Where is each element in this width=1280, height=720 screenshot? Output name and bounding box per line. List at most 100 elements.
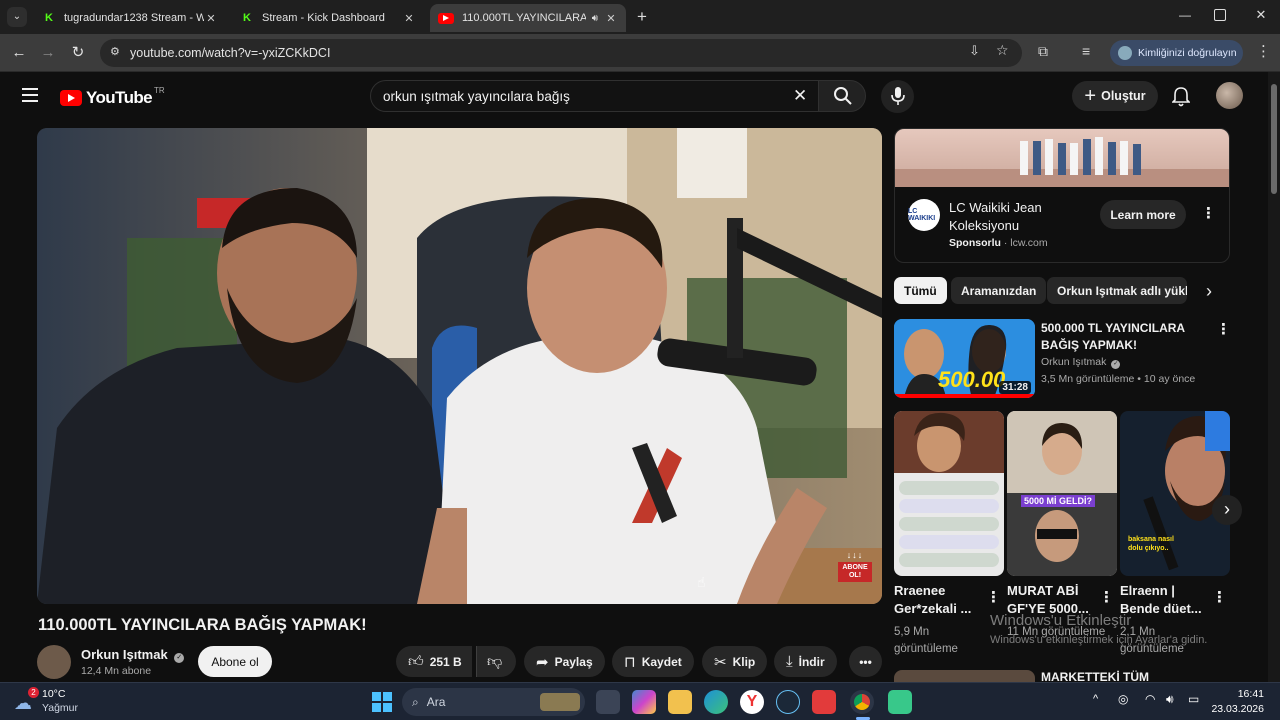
channel-name[interactable]: Orkun Işıtmak ✓ xyxy=(81,647,185,663)
subscribe-button[interactable]: Abone ol xyxy=(198,646,272,677)
ad-banner-image[interactable] xyxy=(895,129,1229,187)
wifi-icon[interactable]: ◠ xyxy=(1145,692,1155,706)
chip-all[interactable]: Tümü xyxy=(894,277,947,304)
share-label: Paylaş xyxy=(554,654,593,669)
next-video-thumbnail[interactable] xyxy=(894,670,1035,682)
youtube-logo[interactable]: YouTube TR xyxy=(60,86,165,108)
video-menu-icon[interactable]: ⋮ xyxy=(1216,320,1231,338)
close-tab-icon[interactable]: ✕ xyxy=(604,12,618,25)
create-button[interactable]: + Oluştur xyxy=(1072,81,1158,111)
ad-card[interactable]: LC WAIKIKI LC Waikiki Jean Koleksiyonu S… xyxy=(894,128,1230,263)
bookmark-star-icon[interactable]: ☆ xyxy=(996,42,1009,59)
audio-playing-icon[interactable]: 🔊︎ xyxy=(592,13,598,24)
chip-from-uploader[interactable]: Orkun Işıtmak adlı yükleyen xyxy=(1047,277,1187,304)
youtube-icon xyxy=(438,12,454,24)
more-horizontal-icon: ••• xyxy=(859,654,872,669)
minimize-button[interactable]: — xyxy=(1176,8,1194,26)
ad-menu-icon[interactable]: ⋮ xyxy=(1201,204,1216,222)
recommended-video[interactable]: 500.00 31:28 500.000 TL YAYINCILARA BAĞI… xyxy=(894,319,1231,399)
xbox-app-icon[interactable] xyxy=(888,690,912,714)
verified-icon: ✓ xyxy=(174,653,185,663)
recommended-title[interactable]: 500.000 TL YAYINCILARA BAĞIŞ YAPMAK! xyxy=(1041,320,1206,354)
clip-button[interactable]: ✂ Klip xyxy=(702,646,768,677)
tab-youtube-video[interactable]: 110.000TL YAYINCILARA BAĞ 🔊︎ ✕ xyxy=(430,4,626,32)
battery-icon[interactable]: ▭ xyxy=(1188,692,1199,706)
windows-start-icon[interactable] xyxy=(372,692,392,712)
tab-title: tugradundar1238 Stream - Watc xyxy=(64,12,204,24)
browser-menu-icon[interactable]: ⋮ xyxy=(1256,42,1271,60)
short-thumbnail[interactable]: baksana nasıl dolu çıkıyo.. xyxy=(1120,411,1230,576)
chips-next-icon[interactable]: › xyxy=(1196,278,1222,304)
hamburger-menu-icon[interactable] xyxy=(22,88,38,102)
short-thumbnail[interactable] xyxy=(894,411,1004,576)
chrome-icon[interactable] xyxy=(850,690,874,714)
channel-avatar[interactable] xyxy=(37,645,71,679)
tab-search-button[interactable]: ⌄ xyxy=(7,7,27,27)
back-button[interactable]: ← xyxy=(9,43,29,63)
copilot-icon[interactable] xyxy=(632,690,656,714)
tab-kick-dashboard[interactable]: K Stream - Kick Dashboard ✕ xyxy=(232,4,424,32)
clock-time[interactable]: 16:41 xyxy=(1212,688,1264,700)
record-app-icon[interactable] xyxy=(812,690,836,714)
search-button[interactable] xyxy=(818,80,866,112)
new-tab-button[interactable]: + xyxy=(632,7,652,27)
scrollbar-thumb[interactable] xyxy=(1271,84,1277,194)
notifications-bell-icon[interactable] xyxy=(1172,87,1190,107)
short-thumbnail[interactable]: 5000 Mİ GELDİ? xyxy=(1007,411,1117,576)
share-button[interactable]: ➦ Paylaş xyxy=(524,646,605,677)
page-scrollbar[interactable] xyxy=(1268,72,1280,682)
tray-overflow-icon[interactable]: ^ xyxy=(1093,693,1098,705)
dislike-button[interactable]: 👎︎ xyxy=(476,646,516,677)
verify-identity-button[interactable]: Kimliğinizi doğrulayın xyxy=(1110,40,1243,66)
video-thumbnail[interactable]: 500.00 31:28 xyxy=(894,319,1035,398)
volume-icon[interactable]: 🔊︎ xyxy=(1166,692,1174,707)
maximize-button[interactable] xyxy=(1214,9,1226,21)
close-tab-icon[interactable]: ✕ xyxy=(402,12,416,25)
close-tab-icon[interactable]: ✕ xyxy=(204,12,218,25)
recommended-channel[interactable]: Orkun Işıtmak ✓ xyxy=(1041,356,1121,369)
like-button[interactable]: 👍︎ 251 B xyxy=(396,646,472,677)
search-icon: ⌕ xyxy=(412,694,419,709)
tray-app-icon[interactable]: ◎ xyxy=(1118,692,1128,706)
recommended-meta: 3,5 Mn görüntüleme • 10 ay önce xyxy=(1041,373,1196,385)
learn-more-button[interactable]: Learn more xyxy=(1100,200,1186,229)
short-menu-icon[interactable]: ⋮ xyxy=(1212,588,1227,606)
taskbar-search[interactable]: ⌕ Ara xyxy=(402,688,585,716)
video-player[interactable]: ↓↓↓ ABONE OL! ☝ xyxy=(37,128,882,604)
forward-button[interactable]: → xyxy=(38,43,58,63)
close-window-button[interactable]: ✕ xyxy=(1252,7,1270,25)
chip-from-search[interactable]: Aramanızdan xyxy=(951,277,1047,304)
clear-search-icon[interactable]: ✕ xyxy=(793,86,807,106)
voice-search-button[interactable] xyxy=(881,80,914,113)
youtube-play-icon xyxy=(60,90,82,106)
media-controls-icon[interactable]: ≡ xyxy=(1082,43,1090,59)
short-menu-icon[interactable]: ⋮ xyxy=(986,588,1001,606)
thumbs-up-icon: 👍︎ xyxy=(408,652,424,670)
save-button[interactable]: ⊓ Kaydet xyxy=(612,646,694,677)
account-avatar[interactable] xyxy=(1216,82,1243,109)
short-menu-icon[interactable]: ⋮ xyxy=(1099,588,1114,606)
site-info-icon[interactable]: ⚙ xyxy=(110,45,120,58)
shorts-next-button[interactable]: › xyxy=(1212,495,1242,525)
short-title[interactable]: Rraenee Ger*zekali ... xyxy=(894,582,986,618)
install-app-icon[interactable]: ⇩ xyxy=(969,43,980,59)
search-highlight-icon xyxy=(540,693,580,711)
search-input[interactable]: orkun ışıtmak yayıncılara bağış ✕ xyxy=(370,80,820,112)
file-explorer-icon[interactable] xyxy=(668,690,692,714)
steam-icon[interactable] xyxy=(776,690,800,714)
edge-icon[interactable] xyxy=(704,690,728,714)
tab-kick-stream[interactable]: K tugradundar1238 Stream - Watc ✕ xyxy=(34,4,226,32)
short-title[interactable]: Elraenn | Bende düet... xyxy=(1120,582,1212,618)
yandex-icon[interactable]: Y xyxy=(740,690,764,714)
lcwaikiki-logo[interactable]: LC WAIKIKI xyxy=(908,199,940,231)
clock-date[interactable]: 23.03.2026 xyxy=(1206,703,1264,715)
extensions-icon[interactable]: ⧉ xyxy=(1038,43,1048,60)
sponsored-label: Sponsorlu xyxy=(949,237,1001,249)
reload-button[interactable]: ↻ xyxy=(68,43,88,63)
task-view-icon[interactable] xyxy=(596,690,620,714)
address-bar[interactable]: ⚙ youtube.com/watch?v=-yxiZCKkDCI ⇩ ☆ xyxy=(100,39,1022,67)
more-actions-button[interactable]: ••• xyxy=(849,646,882,677)
download-button[interactable]: ⤓ İndir xyxy=(774,646,837,677)
ad-title[interactable]: LC Waikiki Jean Koleksiyonu xyxy=(949,199,1089,235)
url-text[interactable]: youtube.com/watch?v=-yxiZCKkDCI xyxy=(130,46,330,60)
